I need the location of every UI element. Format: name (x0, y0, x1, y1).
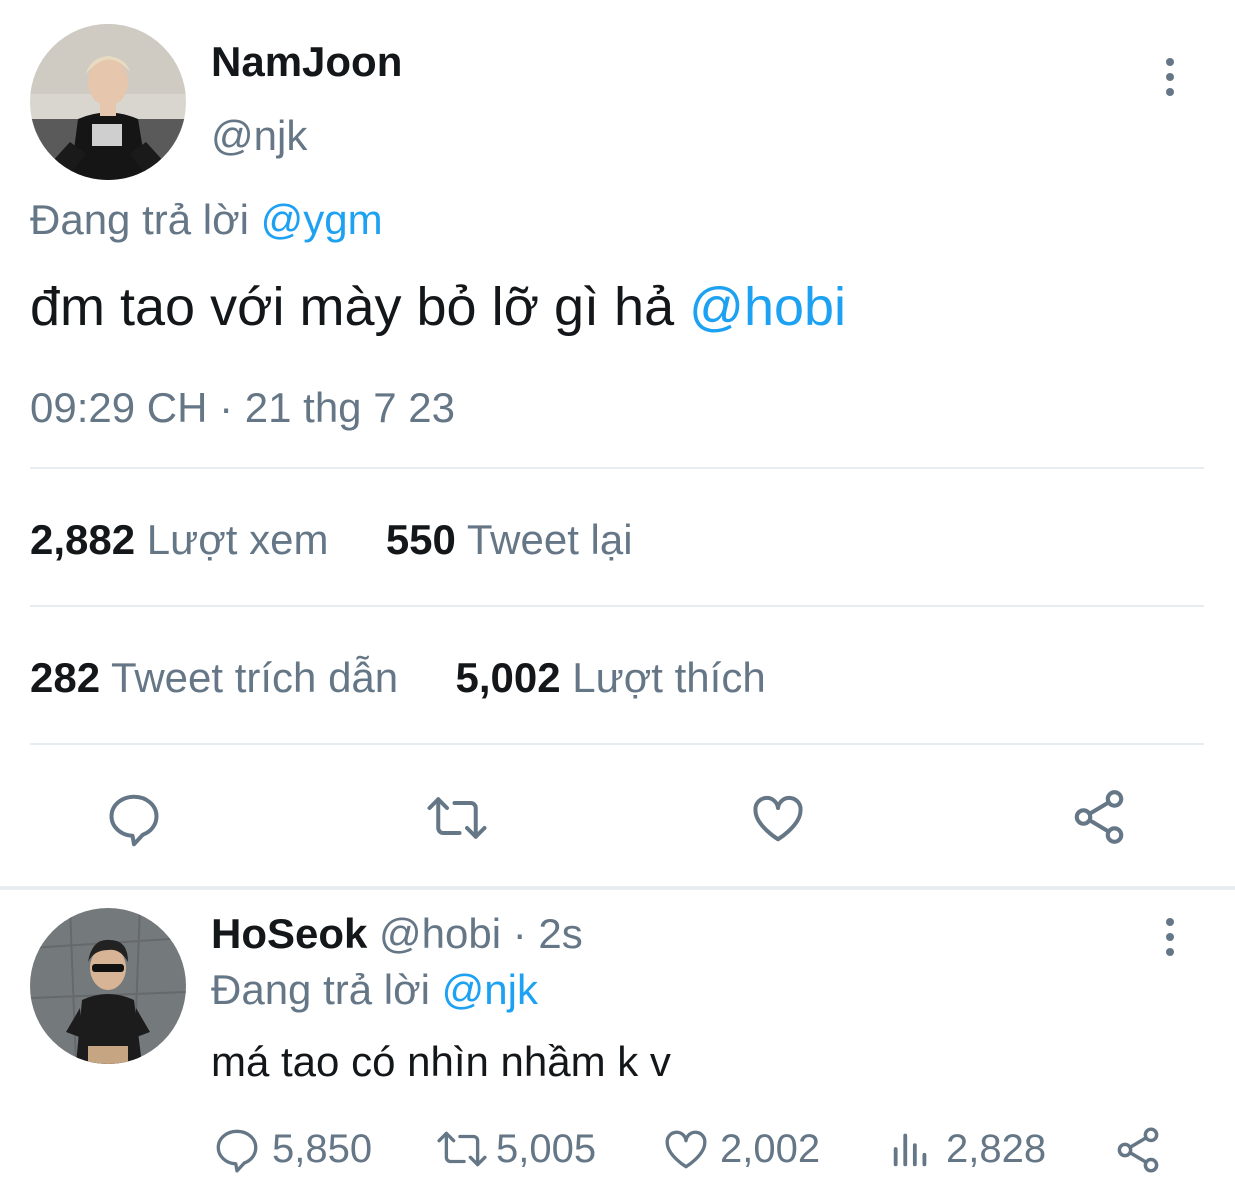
stats-row-2: 282 Tweet trích dẫn 5,002 Lượt thích (30, 654, 766, 702)
retweet-icon[interactable] (424, 788, 490, 848)
reply-action-like[interactable]: 2,002 (660, 1124, 820, 1174)
share-icon[interactable] (1068, 786, 1130, 848)
tweet-text: đm tao với mày bỏ lỡ gì hả @hobi (30, 276, 846, 338)
retweets-label: Tweet lại (466, 516, 633, 563)
reply-count: 5,850 (272, 1126, 373, 1171)
like-icon[interactable] (748, 788, 808, 848)
reply-replying-prefix: Đang trả lời (211, 966, 430, 1013)
reply-text: má tao có nhìn nhầm k v (211, 1038, 671, 1085)
quotes-label: Tweet trích dẫn (111, 654, 399, 701)
views-count: 2,882 (30, 516, 136, 563)
likes-label: Lượt thích (572, 654, 766, 701)
retweet-icon[interactable] (434, 1124, 490, 1174)
reply-replying-to-line: Đang trả lời @njk (211, 966, 538, 1014)
more-vertical-icon[interactable] (1166, 918, 1174, 963)
retweet-count: 5,005 (496, 1126, 597, 1171)
avatar-hoseok[interactable] (30, 908, 186, 1064)
tweet-body: đm tao với mày bỏ lỡ gì hả (30, 277, 675, 337)
quotes-count: 282 (30, 654, 101, 701)
display-name[interactable]: NamJoon (211, 38, 402, 86)
user-handle[interactable]: @njk (211, 112, 307, 160)
reply-time[interactable]: · 2s (513, 910, 583, 957)
retweets-count: 550 (385, 516, 456, 563)
views-icon[interactable] (888, 1124, 934, 1174)
retweets-stat[interactable]: 550 Tweet lại (386, 516, 633, 563)
replying-prefix: Đang trả lời (30, 196, 249, 243)
like-icon[interactable] (660, 1124, 712, 1174)
views-count: 2,828 (946, 1126, 1047, 1171)
reply-replying-to-mention[interactable]: @njk (442, 966, 538, 1013)
likes-count: 5,002 (455, 654, 561, 701)
replying-to-line: Đang trả lời @ygm (30, 196, 383, 244)
stats-row-1: 2,882 Lượt xem 550 Tweet lại (30, 516, 633, 564)
replying-to-mention[interactable]: @ygm (261, 196, 383, 243)
more-vertical-icon[interactable] (1166, 58, 1174, 103)
reply-display-name[interactable]: HoSeok (211, 910, 367, 957)
like-count: 2,002 (720, 1126, 821, 1171)
reply-header: HoSeok @hobi · 2s (211, 910, 583, 958)
reply-action-views[interactable]: 2,828 (888, 1124, 1046, 1174)
tweet-mention[interactable]: @hobi (689, 277, 846, 337)
views-label: Lượt xem (146, 516, 329, 563)
reply-action-reply[interactable]: 5,850 (212, 1124, 372, 1174)
reply-icon[interactable] (212, 1124, 262, 1174)
reply-action-retweet[interactable]: 5,005 (434, 1124, 596, 1174)
views-stat[interactable]: 2,882 Lượt xem (30, 516, 340, 563)
likes-stat[interactable]: 5,002 Lượt thích (456, 654, 766, 701)
avatar-namjoon[interactable] (30, 24, 186, 180)
divider (30, 605, 1204, 607)
share-icon[interactable] (1112, 1124, 1164, 1176)
section-divider (0, 886, 1235, 890)
divider (30, 467, 1204, 469)
reply-icon[interactable] (104, 788, 164, 848)
tweet-timestamp[interactable]: 09:29 CH · 21 thg 7 23 (30, 384, 455, 432)
divider (30, 743, 1204, 745)
reply-handle[interactable]: @hobi (379, 910, 501, 957)
quotes-stat[interactable]: 282 Tweet trích dẫn (30, 654, 410, 701)
